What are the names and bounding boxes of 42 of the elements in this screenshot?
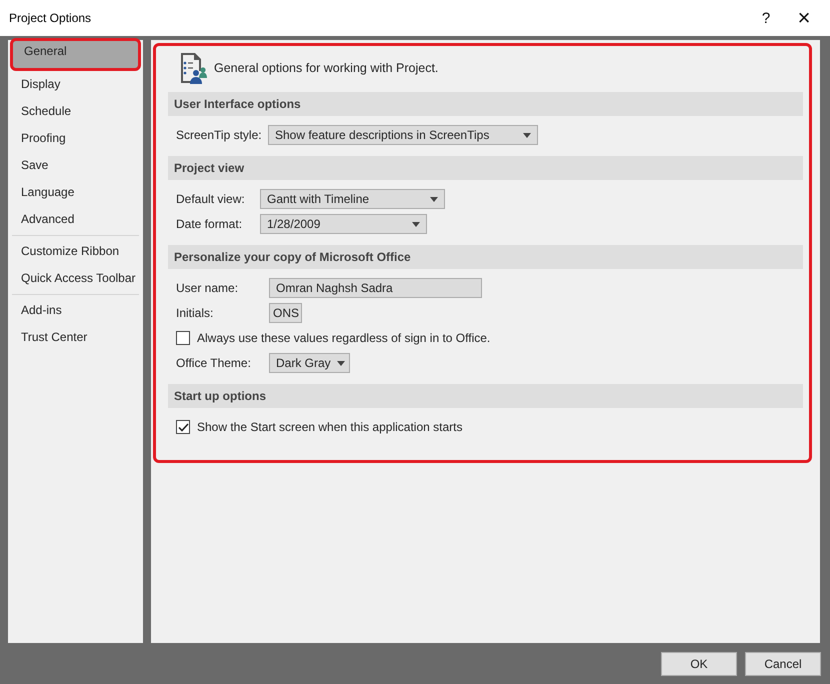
field-label: User name: — [176, 281, 240, 295]
dropdown[interactable]: Show feature descriptions in ScreenTips — [268, 125, 538, 145]
section-header: Personalize your copy of Microsoft Office — [168, 245, 803, 269]
sidebar-item[interactable]: Add-ins — [10, 297, 141, 324]
checkbox-label: Show the Start screen when this application starts — [197, 420, 462, 434]
input-field[interactable]: Omran Naghsh Sadra — [269, 278, 482, 298]
sidebar-item[interactable]: Quick Access Toolbar — [10, 265, 141, 292]
dropdown[interactable]: Dark Gray — [269, 353, 350, 373]
dropdown[interactable]: 1/28/2009 — [260, 214, 427, 234]
section-header: Start up options — [168, 384, 803, 408]
section-header: User Interface options — [168, 92, 803, 116]
options-people-icon — [178, 52, 208, 84]
sidebar-item[interactable]: Save — [10, 152, 141, 179]
input-field[interactable]: ONS — [269, 303, 302, 323]
sidebar-item[interactable]: Advanced — [10, 206, 141, 233]
sidebar-item[interactable]: Display — [10, 71, 141, 98]
sidebar-item[interactable]: Trust Center — [10, 324, 141, 351]
field-label: Default view: — [176, 192, 246, 206]
sidebar-item[interactable]: Schedule — [10, 98, 141, 125]
dropdown-arrow-icon — [412, 222, 420, 226]
section-header: Project view — [168, 156, 803, 180]
field-label: ScreenTip style: — [176, 128, 263, 142]
sidebar-item[interactable]: Customize Ribbon — [10, 238, 141, 265]
field-label: Initials: — [176, 306, 214, 320]
field-label: Date format: — [176, 217, 244, 231]
help-button[interactable]: ? — [747, 3, 785, 33]
sidebar-item[interactable]: Proofing — [10, 125, 141, 152]
checkbox[interactable] — [176, 420, 190, 434]
checkbox-label: Always use these values regardless of sign in to Office. — [197, 331, 490, 345]
dropdown[interactable]: Gantt with Timeline — [260, 189, 445, 209]
sidebar-item[interactable]: General — [10, 38, 141, 71]
sidebar-item[interactable]: Language — [10, 179, 141, 206]
close-button[interactable]: × — [785, 3, 823, 33]
dropdown-arrow-icon — [336, 360, 345, 366]
ok-button[interactable]: OK — [661, 652, 737, 676]
checkbox[interactable] — [176, 331, 190, 345]
window-title: Project Options — [9, 11, 92, 25]
dropdown-arrow-icon — [523, 132, 531, 138]
field-label: Office Theme: — [176, 356, 252, 370]
dropdown-arrow-icon — [430, 196, 438, 202]
cancel-button[interactable]: Cancel — [745, 652, 821, 676]
header-text: General options for working with Project. — [214, 61, 438, 75]
